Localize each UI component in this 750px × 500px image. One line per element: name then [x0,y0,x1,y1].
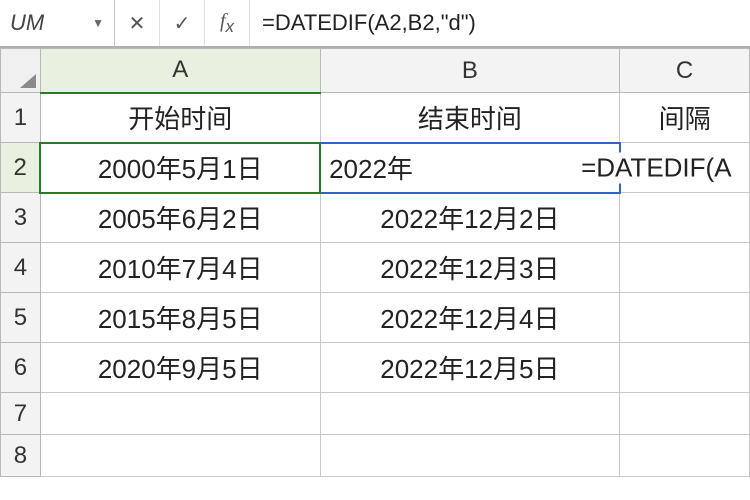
cell-A7[interactable] [40,393,320,435]
row-header[interactable]: 7 [1,393,41,435]
row-header[interactable]: 3 [1,193,41,243]
fx-icon: fx [220,10,234,37]
table-row: 1 开始时间 结束时间 间隔 [1,93,750,143]
table-row: 5 2015年8月5日 2022年12月4日 [1,293,750,343]
row-header[interactable]: 6 [1,343,41,393]
table-row: 7 [1,393,750,435]
close-icon: ✕ [129,11,146,36]
cell-B5[interactable]: 2022年12月4日 [320,293,620,343]
chevron-down-icon[interactable]: ▼ [92,16,104,30]
cell-A1[interactable]: 开始时间 [40,93,320,143]
row-header[interactable]: 8 [1,435,41,477]
name-box[interactable]: UM ▼ [0,0,115,46]
cell-A2[interactable]: 2000年5月1日 [40,143,320,193]
cell-B4[interactable]: 2022年12月3日 [320,243,620,293]
cell-C5[interactable] [620,293,750,343]
table-row: 3 2005年6月2日 2022年12月2日 [1,193,750,243]
column-header-B[interactable]: B [320,49,620,93]
cell-A8[interactable] [40,435,320,477]
cell-B7[interactable] [320,393,620,435]
cell-A4[interactable]: 2010年7月4日 [40,243,320,293]
column-header-A[interactable]: A [40,49,320,93]
row-header[interactable]: 4 [1,243,41,293]
spreadsheet-grid: A B C 1 开始时间 结束时间 间隔 2 2000年5月1日 2022年 =… [0,48,750,477]
name-box-value: UM [10,10,44,36]
confirm-button[interactable]: ✓ [160,0,205,46]
insert-function-button[interactable]: fx [205,0,250,46]
column-header-C[interactable]: C [620,49,750,93]
cell-B2[interactable]: 2022年 =DATEDIF(A [320,143,620,193]
cell-A3[interactable]: 2005年6月2日 [40,193,320,243]
row-header[interactable]: 1 [1,93,41,143]
formula-text: =DATEDIF(A2,B2,"d") [262,10,476,36]
cell-A5[interactable]: 2015年8月5日 [40,293,320,343]
select-all-corner[interactable] [1,49,41,93]
cell-C4[interactable] [620,243,750,293]
table-row: 2 2000年5月1日 2022年 =DATEDIF(A [1,143,750,193]
cell-value: 2022年 [329,154,413,184]
inline-formula-overflow: =DATEDIF(A [579,152,733,183]
cell-B8[interactable] [320,435,620,477]
cancel-button[interactable]: ✕ [115,0,160,46]
table-row: 6 2020年9月5日 2022年12月5日 [1,343,750,393]
formula-input[interactable]: =DATEDIF(A2,B2,"d") [250,0,750,46]
row-header[interactable]: 5 [1,293,41,343]
cell-C6[interactable] [620,343,750,393]
cell-C7[interactable] [620,393,750,435]
cell-B1[interactable]: 结束时间 [320,93,620,143]
row-header[interactable]: 2 [1,143,41,193]
cell-C3[interactable] [620,193,750,243]
table-row: 8 [1,435,750,477]
table-row: 4 2010年7月4日 2022年12月3日 [1,243,750,293]
cell-C8[interactable] [620,435,750,477]
cell-A6[interactable]: 2020年9月5日 [40,343,320,393]
check-icon: ✓ [174,11,191,36]
cell-C1[interactable]: 间隔 [620,93,750,143]
cell-B6[interactable]: 2022年12月5日 [320,343,620,393]
cell-B3[interactable]: 2022年12月2日 [320,193,620,243]
formula-bar: UM ▼ ✕ ✓ fx =DATEDIF(A2,B2,"d") [0,0,750,48]
